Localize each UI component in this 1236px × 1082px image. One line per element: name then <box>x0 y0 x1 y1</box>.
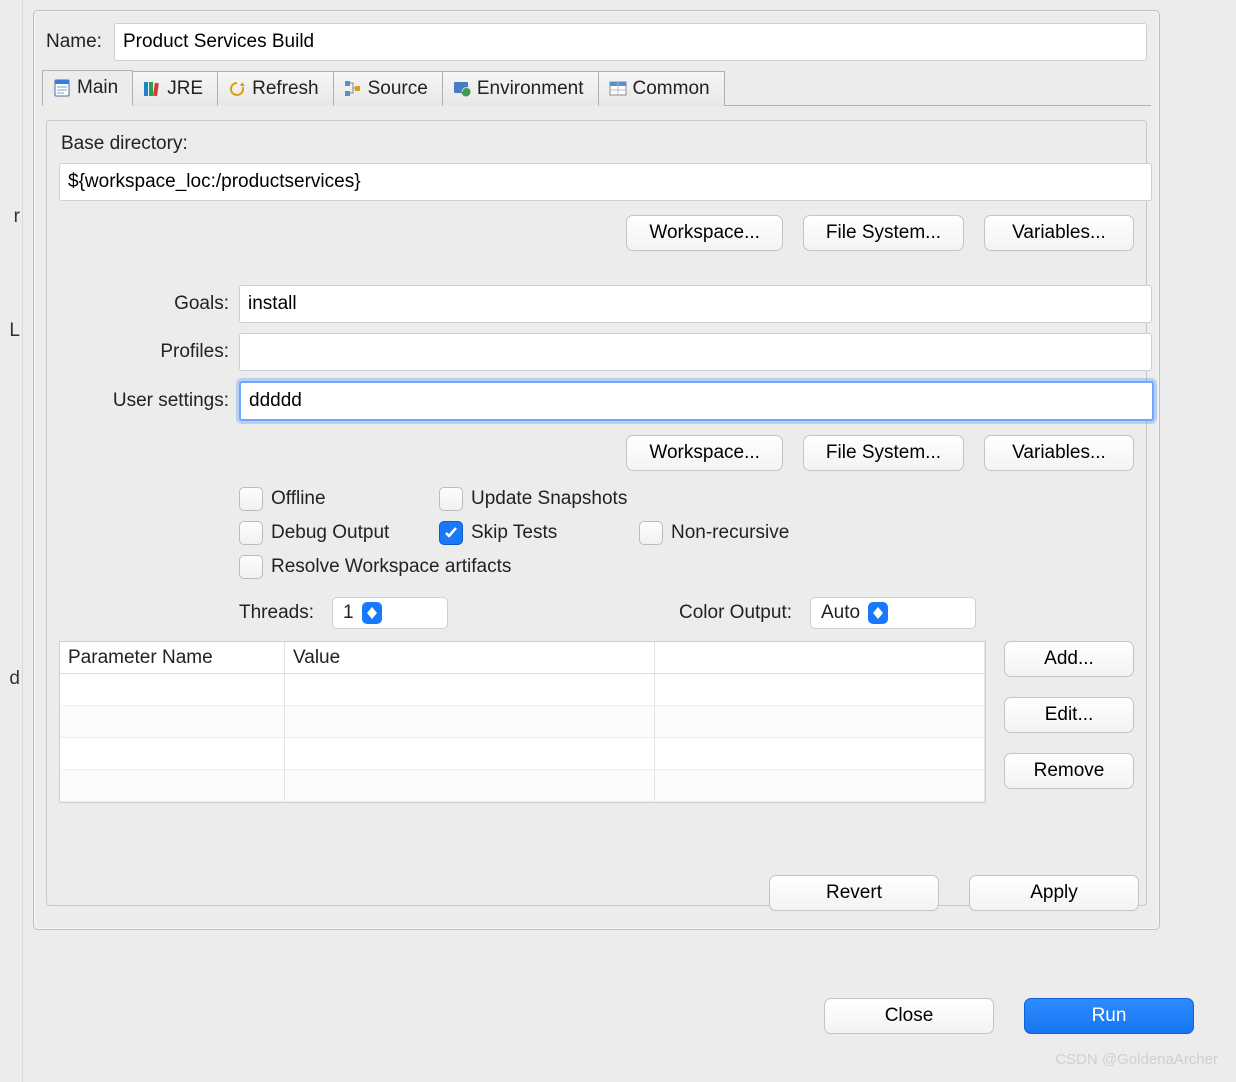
base-dir-workspace-button[interactable]: Workspace... <box>626 215 783 251</box>
close-button[interactable]: Close <box>824 998 994 1034</box>
param-col-spacer <box>655 642 985 674</box>
ghost-char-r: r <box>14 206 20 228</box>
tab-jre-label: JRE <box>167 78 203 100</box>
non-recursive-checkbox[interactable]: Non-recursive <box>639 521 859 545</box>
base-dir-filesystem-button[interactable]: File System... <box>803 215 964 251</box>
table-row <box>60 738 285 770</box>
non-recursive-checkbox-label: Non-recursive <box>671 522 789 544</box>
tab-strip: Main JRE Refresh Source Environment <box>42 69 1151 106</box>
threads-label: Threads: <box>239 602 314 624</box>
usersettings-filesystem-button[interactable]: File System... <box>803 435 964 471</box>
goals-input[interactable] <box>239 285 1152 323</box>
tab-refresh-label: Refresh <box>252 78 319 100</box>
run-button[interactable]: Run <box>1024 998 1194 1034</box>
offline-checkbox-label: Offline <box>271 488 326 510</box>
books-icon <box>143 80 161 98</box>
resolve-workspace-checkbox[interactable]: Resolve Workspace artifacts <box>239 555 859 579</box>
user-settings-input[interactable] <box>239 381 1154 421</box>
threads-select-value: 1 <box>343 602 354 624</box>
tab-main-label: Main <box>77 77 118 99</box>
source-tree-icon <box>344 80 362 98</box>
apply-button[interactable]: Apply <box>969 875 1139 911</box>
environment-icon <box>453 80 471 98</box>
tab-refresh[interactable]: Refresh <box>218 71 334 106</box>
tab-environment[interactable]: Environment <box>443 71 599 106</box>
usersettings-variables-button[interactable]: Variables... <box>984 435 1134 471</box>
param-col-name: Parameter Name <box>60 642 285 674</box>
tab-common[interactable]: Common <box>599 71 725 106</box>
resolve-workspace-checkbox-label: Resolve Workspace artifacts <box>271 556 511 578</box>
profiles-input[interactable] <box>239 333 1152 371</box>
name-label: Name: <box>46 31 102 53</box>
table-row <box>60 770 285 802</box>
update-snapshots-checkbox-label: Update Snapshots <box>471 488 627 510</box>
base-dir-variables-button[interactable]: Variables... <box>984 215 1134 251</box>
run-config-panel: Name: Main JRE Refresh Source <box>33 10 1160 930</box>
color-output-select-value: Auto <box>821 602 860 624</box>
table-row <box>60 674 285 706</box>
offline-checkbox[interactable]: Offline <box>239 487 439 511</box>
color-output-select[interactable]: Auto <box>810 597 976 629</box>
parameters-table[interactable]: Parameter Name Value <box>59 641 986 803</box>
profiles-label: Profiles: <box>59 341 229 363</box>
left-panel-sliver: r L d <box>0 0 23 1082</box>
tab-main[interactable]: Main <box>42 70 133 106</box>
tab-environment-label: Environment <box>477 78 584 100</box>
watermark: CSDN @GoldenaArcher <box>1055 1051 1218 1068</box>
ghost-char-l: L <box>9 320 20 342</box>
param-add-button[interactable]: Add... <box>1004 641 1134 677</box>
tab-common-label: Common <box>633 78 710 100</box>
usersettings-workspace-button[interactable]: Workspace... <box>626 435 783 471</box>
tab-source[interactable]: Source <box>334 71 443 106</box>
debug-output-checkbox-label: Debug Output <box>271 522 389 544</box>
revert-button[interactable]: Revert <box>769 875 939 911</box>
base-dir-label: Base directory: <box>61 133 1134 155</box>
threads-select[interactable]: 1 <box>332 597 448 629</box>
goals-label: Goals: <box>59 293 229 315</box>
update-snapshots-checkbox[interactable]: Update Snapshots <box>439 487 859 511</box>
param-edit-button[interactable]: Edit... <box>1004 697 1134 733</box>
refresh-icon <box>228 80 246 98</box>
stepper-arrows-icon <box>868 602 888 624</box>
document-icon <box>53 79 71 97</box>
name-input[interactable] <box>114 23 1147 61</box>
tab-jre[interactable]: JRE <box>133 71 218 106</box>
skip-tests-checkbox-label: Skip Tests <box>471 522 557 544</box>
tab-source-label: Source <box>368 78 428 100</box>
stepper-arrows-icon <box>362 602 382 624</box>
table-row <box>60 706 285 738</box>
color-output-label: Color Output: <box>679 602 792 624</box>
base-dir-input[interactable] <box>59 163 1152 201</box>
ghost-char-d: d <box>9 668 20 690</box>
param-remove-button[interactable]: Remove <box>1004 753 1134 789</box>
param-col-value: Value <box>285 642 655 674</box>
debug-output-checkbox[interactable]: Debug Output <box>239 521 439 545</box>
table-icon <box>609 80 627 98</box>
skip-tests-checkbox[interactable]: Skip Tests <box>439 521 639 545</box>
user-settings-label: User settings: <box>59 390 229 412</box>
